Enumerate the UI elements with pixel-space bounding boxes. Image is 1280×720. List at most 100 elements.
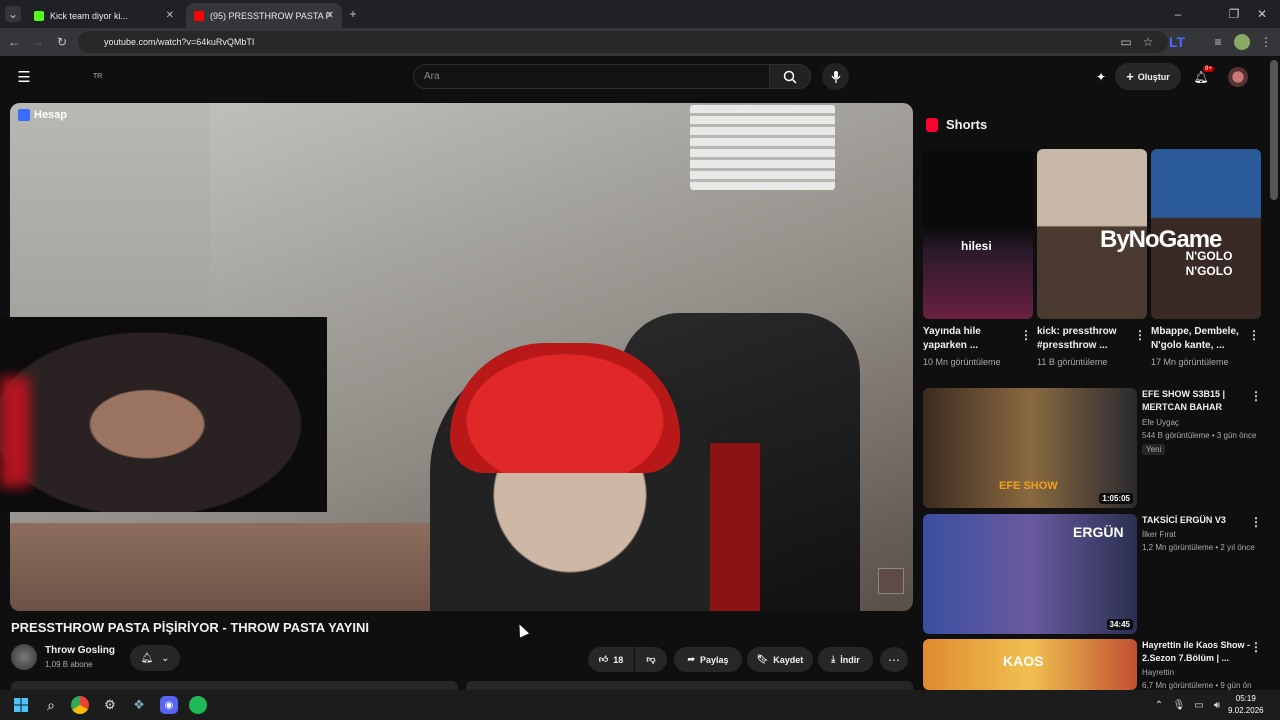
app-grid-icon[interactable]: ❖ [130,696,148,714]
video-menu-icon[interactable]: ⋮ [1250,640,1262,654]
maximize-icon[interactable]: ❐ [1226,6,1242,22]
webcam-overlay [0,317,327,512]
chrome-icon[interactable] [71,696,89,714]
close-tab-icon[interactable]: ✕ [326,10,334,21]
browser-tab-youtube[interactable]: (95) PRESSTHROW PASTA P ✕ [186,3,342,28]
video-channel[interactable]: Hayrettin [1142,666,1272,679]
download-label: İndir [840,654,860,665]
windows-start-icon[interactable] [12,696,30,714]
thumbs-up-icon: 👍︎ [598,654,609,664]
settings-gear-icon[interactable]: ⚙ [101,696,119,714]
video-title-link[interactable]: Hayrettin ile Kaos Show - 2.Sezon 7.Bölü… [1142,639,1252,665]
browser-menu-icon[interactable]: ⋮ [1258,34,1274,50]
video-thumbnail[interactable]: ERGÜN 34:45 [923,514,1137,634]
plus-icon: + [1126,69,1134,84]
search-input[interactable]: Ara [413,64,769,89]
video-title-link[interactable]: TAKSİCİ ERGÜN V3 [1142,514,1252,527]
short-title[interactable]: Yayında hile yaparken ... [923,325,1019,353]
scene-radiator [690,105,835,190]
spotify-icon[interactable] [189,696,207,714]
share-label: Paylaş [700,654,729,665]
short-title[interactable]: kick: pressthrow #pressthrow ... [1037,325,1133,353]
shorts-heading: Shorts [926,117,987,132]
video-title-link[interactable]: EFE SHOW S3B15 | MERTCAN BAHAR [1142,388,1252,414]
share-button[interactable]: ➦ Paylaş [674,647,742,672]
forward-icon[interactable]: → [30,34,46,50]
network-icon[interactable]: ▭ [1190,696,1208,714]
create-label: Oluştur [1137,71,1170,82]
close-tab-icon[interactable]: ✕ [166,10,174,21]
tab-label: Kick team diyor ki... [50,10,129,21]
browser-tab-bar: ⌄ Kick team diyor ki... ✕ (95) PRESSTHRO… [0,0,1280,28]
video-thumbnail[interactable]: EFE SHOW 1:05:05 [923,388,1137,508]
hamburger-menu-icon[interactable]: ☰ [16,69,32,86]
new-tab-icon[interactable]: + [345,6,361,22]
account-avatar[interactable] [1228,67,1248,87]
close-window-icon[interactable]: ✕ [1254,6,1270,22]
youtube-masthead: ☰ TR Ara ✦ + Oluştur 🔔︎ 9+ [0,56,1280,100]
webcam-red-light [0,377,30,487]
subscription-bell-button[interactable]: 🔔︎ ⌄ [130,645,180,671]
thumbnail-text: KAOS [1003,653,1044,669]
watermark-text: Hesap [34,109,68,121]
cast-icon[interactable]: ▭ [1118,34,1134,50]
more-horizontal-icon: ⋯ [888,652,900,667]
channel-avatar[interactable] [11,644,37,670]
short-menu-icon[interactable]: ⋮ [1020,328,1032,342]
channel-name[interactable]: Throw Gosling [45,645,115,656]
discord-icon[interactable]: ◉ [160,696,178,714]
clock-date: 9.02.2026 [1228,706,1264,715]
short-views: 17 Mn görüntüleme [1151,357,1229,367]
short-views: 10 Mn görüntüleme [923,357,1001,367]
back-icon[interactable]: ← [6,34,22,50]
profile-icon[interactable] [1234,34,1250,50]
video-menu-icon[interactable]: ⋮ [1250,389,1262,403]
minimize-icon[interactable]: – [1170,6,1186,22]
save-button[interactable]: 🔖︎ Kaydet [747,647,813,672]
thumbs-down-icon: 👎︎ [646,654,656,664]
system-clock[interactable]: 05:19 9.02.2026 [1228,693,1264,717]
search-button[interactable] [769,64,811,89]
thumbnail-text: EFE SHOW [999,480,1058,492]
shorts-logo-icon [926,117,938,132]
reading-list-icon[interactable]: ≡ [1210,34,1226,50]
short-title[interactable]: Mbappe, Dembele, N'golo kante, ... [1151,325,1247,353]
download-button[interactable]: ⤓ İndir [818,647,873,672]
volume-icon[interactable]: 🔊︎ [1208,696,1226,714]
url-field[interactable]: youtube.com/watch?v=64kuRvQMbTI [78,31,1168,53]
page-scrollbar[interactable] [1270,60,1278,200]
short-menu-icon[interactable]: ⋮ [1134,328,1146,342]
video-channel[interactable]: İlker Fırat [1142,528,1272,541]
voice-search-button[interactable] [822,63,849,90]
create-button[interactable]: + Oluştur [1115,63,1181,90]
short-menu-icon[interactable]: ⋮ [1248,328,1260,342]
short-overlay-text: hilesi [961,239,992,253]
tab-search-icon[interactable]: ⌄ [5,6,21,22]
video-title: PRESSTHROW PASTA PİŞİRİYOR - THROW PASTA… [11,620,370,635]
channel-watermark-thumbnail[interactable] [878,568,904,594]
bookmark-star-icon[interactable]: ☆ [1140,34,1156,50]
studio-icon[interactable]: ✦ [1093,69,1109,85]
reload-icon[interactable]: ↻ [54,34,70,50]
video-menu-icon[interactable]: ⋮ [1250,515,1262,529]
short-thumbnail[interactable]: hilesi [923,149,1033,319]
video-thumbnail[interactable]: KAOS [923,639,1137,690]
extension-logo-icon[interactable]: LT [1160,34,1194,50]
dislike-button[interactable]: 👎︎ [635,647,667,672]
browser-tab-kick[interactable]: Kick team diyor ki... ✕ [26,3,182,28]
bell-icon: 🔔︎ [140,652,154,664]
mouse-cursor-icon [514,622,530,638]
video-channel[interactable]: Efe Uygaç [1142,416,1272,429]
bynogame-logo: ByNoGame [1100,226,1222,253]
like-button[interactable]: 👍︎ 18 [588,647,634,672]
more-actions-button[interactable]: ⋯ [880,647,908,672]
microphone-tray-icon[interactable]: 🎙︎ [1170,696,1188,714]
shorts-heading-label: Shorts [946,117,988,132]
short-views: 11 B görüntüleme [1037,357,1108,367]
video-meta: 1,2 Mn görüntüleme • 2 yıl önce [1142,543,1255,552]
watermark-logo-icon [18,109,30,121]
tray-chevron-up-icon[interactable]: ⌃ [1150,696,1168,714]
video-meta: 544 B görüntüleme • 3 gün önce [1142,431,1257,440]
youtube-favicon-icon [194,10,204,21]
taskbar-search-icon[interactable]: ⌕ [42,696,60,714]
